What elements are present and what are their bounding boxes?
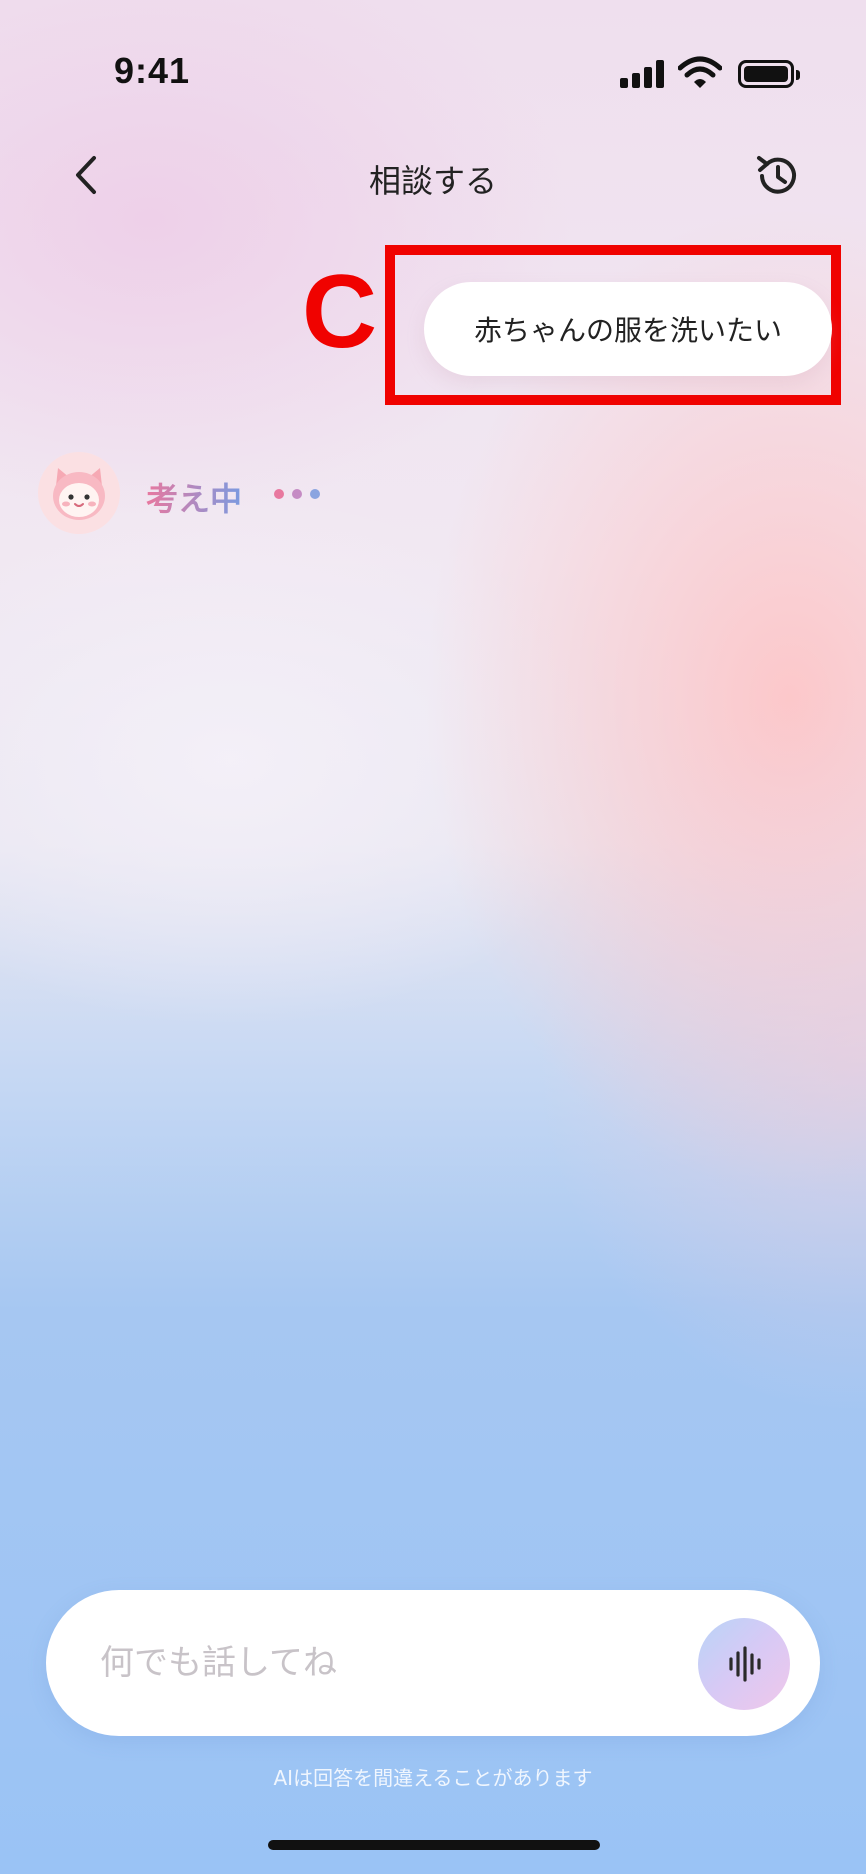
annotation-label: C	[302, 254, 378, 370]
typing-dot	[310, 489, 320, 499]
cellular-signal-icon	[620, 60, 664, 88]
typing-dots	[274, 489, 324, 501]
chat-composer	[46, 1590, 820, 1736]
history-icon[interactable]	[752, 150, 804, 202]
typing-dot	[292, 489, 302, 499]
ai-disclaimer: AIは回答を間違えることがあります	[273, 1766, 593, 1790]
voice-waveform-icon	[729, 1646, 761, 1682]
message-input[interactable]	[100, 1632, 660, 1694]
voice-input-button[interactable]	[698, 1618, 790, 1710]
page-title: 相談する	[368, 162, 497, 200]
wifi-icon	[678, 56, 722, 88]
status-time: 9:41	[114, 50, 191, 91]
thinking-label: 考え中	[146, 474, 242, 520]
battery-icon	[738, 60, 800, 88]
typing-dot	[274, 489, 284, 499]
user-message-bubble: 赤ちゃんの服を洗いたい	[424, 282, 832, 376]
cat-mascot-icon	[38, 452, 120, 534]
status-bar: 9:41	[0, 0, 866, 150]
nav-bar: 相談する	[0, 140, 866, 212]
assistant-avatar	[38, 452, 120, 534]
home-indicator	[268, 1840, 600, 1850]
